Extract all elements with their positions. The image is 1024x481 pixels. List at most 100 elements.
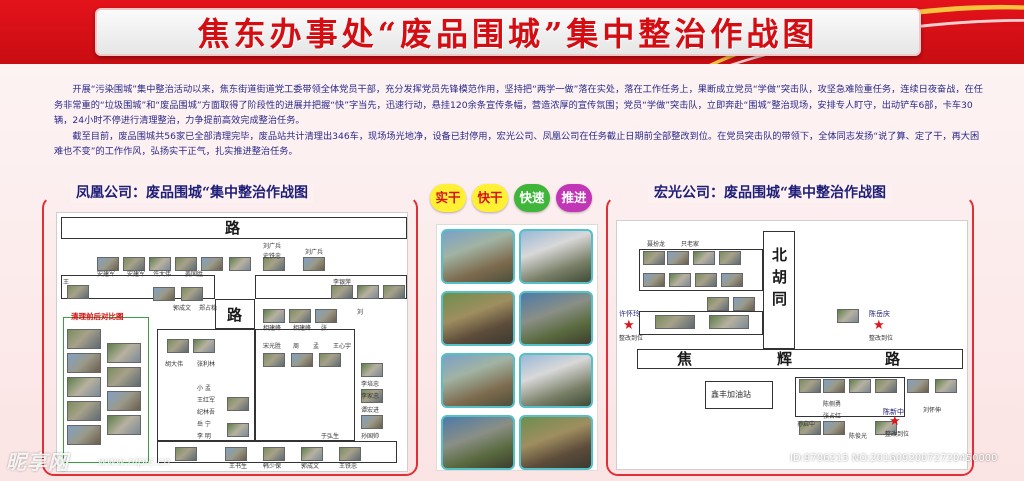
right-road-h-2: 辉 [777, 350, 793, 368]
right-thumb [721, 273, 743, 287]
left-thumb [123, 257, 145, 271]
left-thumb [67, 285, 89, 299]
left-thumb [227, 397, 249, 411]
left-thumb [291, 353, 313, 367]
shop-label: 郭成文 [173, 305, 192, 312]
right-road-v-1: 北 [772, 246, 788, 264]
star-icon: ★ [889, 414, 901, 429]
shop-label: 于弘生 [321, 433, 340, 440]
right-map: 北 胡 同 焦 辉 路 鑫丰加油站 聂扮龙 只老家 孙启中 陈侧勇 刘怀伸 张占… [616, 220, 968, 470]
right-thumb [823, 379, 845, 393]
right-shop-label: 孙启中 [797, 421, 816, 428]
right-thumb [907, 379, 929, 393]
shop-label: 刘广兵 [263, 243, 282, 250]
before-photo [67, 377, 101, 397]
slogan-badge-3: 快速 [514, 184, 550, 212]
shop-label: 谭宏进 [361, 407, 380, 414]
right-thumb [709, 315, 749, 329]
left-map: 路 路 清理前后对比图 王 安建军 安建军 许大伟 姜国胜 刘广兵 史铁忠 刘广… [56, 212, 408, 472]
watermark-id: ID:9706215 NO:20160920072720450000 [790, 453, 998, 464]
shop-label: 张利林 [197, 361, 216, 368]
left-thumb [175, 257, 197, 271]
shop-label: 王铁忠 [339, 463, 358, 470]
right-panel-title: 宏光公司：废品围城“集中整治作战图 [648, 183, 893, 203]
left-thumb [301, 447, 323, 461]
left-thumb [357, 285, 379, 299]
right-thumb [719, 251, 741, 265]
before-photo [67, 329, 101, 349]
right-road-h-3: 路 [885, 350, 901, 368]
shop-label: 刘 [357, 309, 364, 316]
shop-label: 李 明 [197, 433, 211, 440]
watermark-logo: 昵享网 [6, 450, 69, 474]
before-after-title: 清理前后对比图 [71, 312, 124, 321]
right-road-v-3: 同 [772, 290, 788, 308]
shop-label: 王心宇 [333, 343, 352, 350]
right-shop-label: 只老家 [681, 241, 700, 248]
shop-label: 王红军 [197, 397, 216, 404]
left-thumb [315, 309, 337, 323]
shop-label: 岳 宁 [197, 421, 211, 428]
shop-label: 刘广兵 [305, 249, 324, 256]
slogan-badge-2: 快干 [472, 184, 508, 212]
before-photo [67, 401, 101, 421]
left-thumb [167, 339, 189, 353]
cleanup-photo-2 [519, 229, 593, 284]
shop-label: 李家忠 [361, 393, 380, 400]
watermark-url: www.nipic.cn [98, 455, 171, 468]
right-shop-label: 陈俊光 [849, 433, 868, 440]
shop-label: 胡大伟 [165, 361, 184, 368]
left-thumb [153, 287, 175, 301]
left-thumb [383, 285, 405, 299]
after-photo [107, 391, 141, 411]
shop-label: 相建峰 [263, 325, 282, 332]
gas-station-label: 鑫丰加油站 [711, 390, 751, 399]
right-road-v-2: 胡 [772, 268, 788, 286]
left-panel-title: 凤凰公司：废品围城“集中整治作战图 [70, 183, 315, 203]
right-thumb [799, 379, 821, 393]
banner-plate: 焦东办事处“废品围城”集中整治作战图 [95, 8, 921, 56]
shop-label: 王 [63, 279, 70, 286]
shop-label: 韩少保 [263, 463, 282, 470]
right-thumb [849, 379, 871, 393]
slogan-badge-4: 推进 [556, 184, 592, 212]
after-photo [107, 343, 141, 363]
after-photo [107, 367, 141, 387]
cleanup-photo-8 [519, 415, 593, 470]
right-thumb [667, 251, 689, 265]
title-banner: 焦东办事处“废品围城”集中整治作战图 [0, 0, 1024, 64]
shop-label: 相建峰 [293, 325, 312, 332]
left-thumb [225, 447, 247, 461]
left-thumb [361, 415, 383, 429]
shop-label: 许大伟 [153, 271, 172, 278]
shop-label: 孟 [313, 343, 320, 350]
shop-label: 张 [321, 325, 328, 332]
before-photo [67, 353, 101, 373]
left-thumb [263, 309, 285, 323]
shop-label: 史铁忠 [263, 253, 282, 260]
star-left-sub: 整改到位 [619, 335, 644, 342]
left-thumb [175, 447, 197, 461]
left-thumb [339, 447, 361, 461]
left-thumb [263, 447, 285, 461]
left-road-top-label: 路 [225, 219, 241, 237]
right-thumb [669, 273, 691, 287]
star-right-sub: 整改到位 [869, 335, 894, 342]
shop-label: 郑占稳 [199, 305, 218, 312]
left-thumb [263, 353, 285, 367]
right-thumb [823, 421, 845, 435]
cleanup-photo-7 [441, 415, 515, 470]
left-thumb [149, 257, 171, 271]
left-thumb [97, 257, 119, 271]
right-thumb [837, 309, 859, 323]
left-thumb [303, 257, 325, 271]
left-thumb [289, 309, 311, 323]
left-thumb [201, 257, 223, 271]
right-shop-label: 陈侧勇 [823, 401, 842, 408]
right-thumb [695, 273, 717, 287]
right-thumb [875, 379, 897, 393]
shop-label: 宋光胜 [263, 343, 282, 350]
shop-label: 李银萍 [333, 279, 352, 286]
center-photo-panel [436, 224, 598, 471]
cleanup-photo-1 [441, 229, 515, 284]
